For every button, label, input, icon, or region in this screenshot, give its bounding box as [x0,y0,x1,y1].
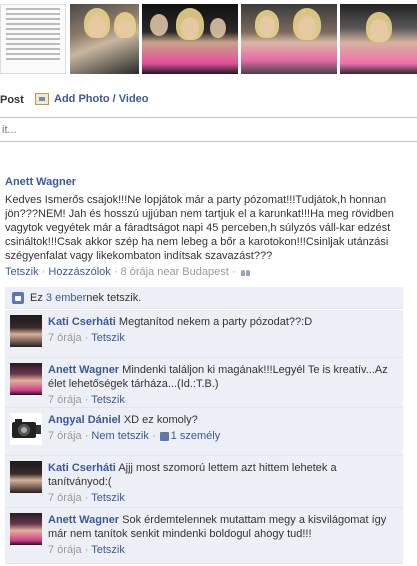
separator: · [110,266,121,278]
comment-likes-count[interactable]: 1 személy [171,430,221,442]
comment-author[interactable]: Anett Wagner [48,364,119,376]
comment: Anett Wagner Mindenki találjon ki magána… [5,358,403,408]
comment-author[interactable]: Anett Wagner [48,514,119,526]
avatar[interactable] [10,461,42,493]
separator: · [81,430,92,442]
status-input[interactable]: it... [0,117,417,142]
separator: · [81,544,92,556]
comment-like-link[interactable]: Tetszik [91,544,125,556]
photo-thumbnail[interactable] [340,4,417,74]
comment-link[interactable]: Hozzászólok [48,266,110,278]
avatar[interactable] [10,513,42,545]
thumbs-up-icon [159,431,169,441]
photo-icon [35,93,49,106]
status-input-placeholder: it... [2,124,17,136]
likes-prefix: Ez [30,292,46,304]
thumbs-up-icon [12,292,24,304]
composer-tabs: Post Add Photo / Video [0,90,417,110]
separator: · [38,266,49,278]
tab-add-photo-label: Add Photo / Video [54,93,149,105]
separator: · [148,430,159,442]
comment-text: XD ez komoly? [123,414,198,426]
likes-count-link[interactable]: 3 ember [46,292,86,304]
tab-add-photo[interactable]: Add Photo / Video [35,93,149,106]
post-actions: Tetszik · Hozzászólok · 8 órája near Bud… [5,266,251,278]
photo-strip [0,0,417,76]
comment-like-link[interactable]: Tetszik [91,492,125,504]
comment-time[interactable]: 7 órája [48,492,82,504]
separator: · [228,266,239,278]
avatar[interactable] [10,413,42,445]
photo-thumbnail[interactable] [142,4,238,74]
comment: Anett Wagner Sok érdemtelennek mutattam … [5,508,403,564]
comment-like-link[interactable]: Tetszik [91,394,125,406]
photo-thumbnail[interactable] [0,4,66,74]
post-author[interactable]: Anett Wagner [5,176,76,188]
likes-suffix: nek tetszik. [86,292,142,304]
photo-thumbnail[interactable] [70,4,139,74]
likes-text: Ez 3 embernek tetszik. [30,292,141,304]
comment-time[interactable]: 7 órája [48,394,82,406]
comment-time[interactable]: 7 órája [48,430,82,442]
comment-author[interactable]: Kati Cserháti [48,316,116,328]
avatar[interactable] [10,363,42,395]
comment: Angyal Dániel XD ez komoly? 7 órája · Ne… [5,408,403,456]
comment-unlike-link[interactable]: Nem tetszik [91,430,148,442]
avatar[interactable] [10,315,42,347]
separator: · [81,394,92,406]
post-text: Kedves Ismerős csajok!!!Ne lopjátok már … [5,194,394,262]
comment-text: Megtanítod nekem a party pózodat??:D [118,316,313,328]
comment-author[interactable]: Angyal Dániel [48,414,121,426]
comment-author[interactable]: Kati Cserháti [48,462,116,474]
comment-time[interactable]: 7 órája [48,544,82,556]
post-timestamp[interactable]: 8 órája near Budapest [121,266,229,278]
like-link[interactable]: Tetszik [5,266,39,278]
camera-avatar-icon [12,419,41,438]
friends-privacy-icon[interactable] [240,268,251,277]
comment: Kati Cserháti Ajjj most szomorú lettem a… [5,456,403,508]
tab-post[interactable]: Post [0,94,24,106]
comment-time[interactable]: 7 órája [48,332,82,344]
separator: · [81,492,92,504]
photo-thumbnail[interactable] [241,4,337,74]
likes-summary: Ez 3 embernek tetszik. [5,287,403,309]
separator: · [81,332,92,344]
comment-like-link[interactable]: Tetszik [91,332,125,344]
comment: Kati Cserháti Megtanítod nekem a party p… [5,310,403,358]
